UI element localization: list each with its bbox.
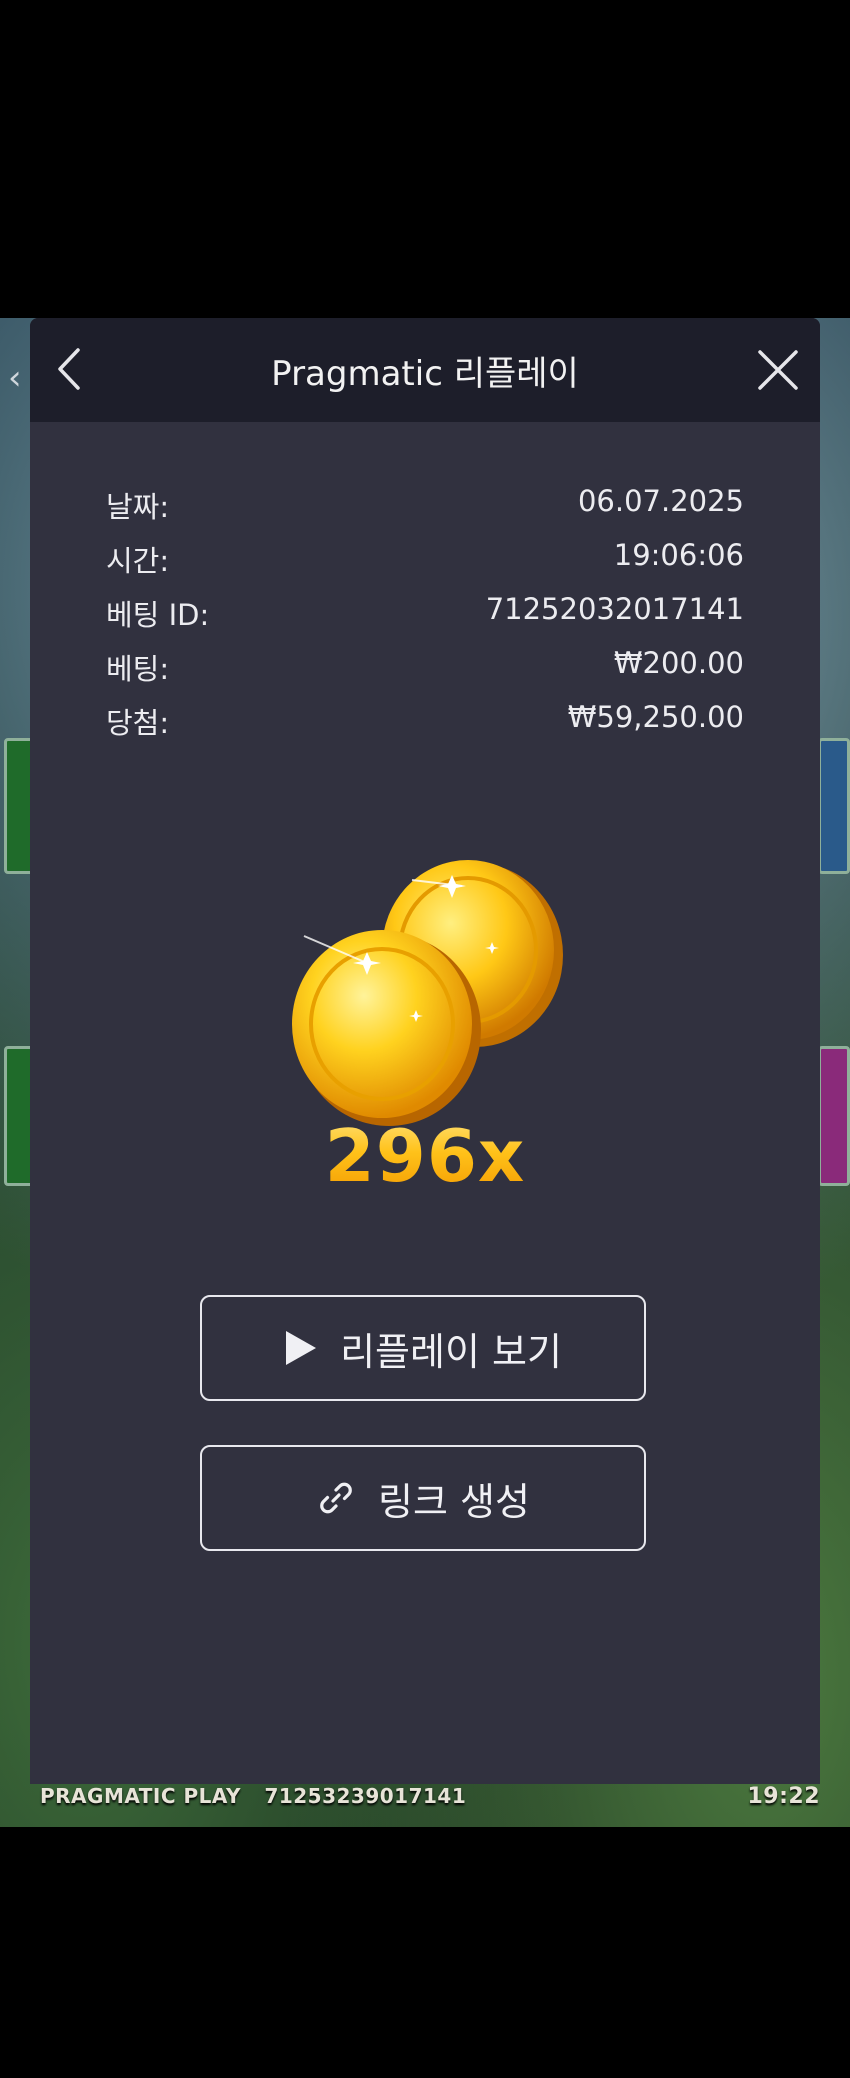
info-value: 06.07.2025 [577, 484, 744, 518]
info-row-bet-id: 베팅 ID: 71252032017141 [106, 592, 744, 646]
info-label: 당첨: [106, 706, 170, 740]
view-replay-label: 리플레이 보기 [340, 1329, 562, 1374]
modal-header: Pragmatic 리플레이 [30, 318, 820, 422]
link-icon [316, 1478, 356, 1518]
info-value: 19:06:06 [613, 538, 744, 572]
background-symbol-tile [818, 1046, 850, 1186]
info-label: 베팅 ID: [106, 598, 210, 632]
info-value: ₩200.00 [613, 646, 744, 680]
info-value: 71252032017141 [485, 592, 744, 626]
info-row-bet: 베팅: ₩200.00 [106, 646, 744, 700]
info-label: 날짜: [106, 490, 170, 524]
create-link-label: 링크 생성 [378, 1479, 530, 1524]
brand-label: PRAGMATIC PLAY [40, 1784, 241, 1808]
close-icon [757, 349, 799, 391]
close-button[interactable] [752, 344, 804, 396]
view-replay-button[interactable]: 리플레이 보기 [200, 1295, 646, 1401]
play-icon [284, 1329, 318, 1367]
info-row-time: 시간: 19:06:06 [106, 538, 744, 592]
round-id: 71253239017141 [264, 1784, 467, 1808]
info-value: ₩59,250.00 [567, 700, 744, 734]
chevron-left-icon [56, 347, 82, 391]
create-link-button[interactable]: 링크 생성 [200, 1445, 646, 1551]
bet-info-list: 날짜: 06.07.2025 시간: 19:06:06 베팅 ID: 71252… [106, 484, 744, 754]
info-row-date: 날짜: 06.07.2025 [106, 484, 744, 538]
info-row-win: 당첨: ₩59,250.00 [106, 700, 744, 754]
background-chevron-left-icon: ‹ [8, 358, 22, 398]
back-button[interactable] [44, 344, 94, 394]
info-label: 시간: [106, 544, 170, 578]
gold-coins-icon [292, 820, 592, 1160]
win-multiplier: 296x [30, 1114, 820, 1198]
info-label: 베팅: [106, 652, 170, 686]
modal-title: Pragmatic 리플레이 [271, 353, 579, 394]
replay-modal: Pragmatic 리플레이 날짜: 06.07.2025 시간: 19:06:… [30, 318, 820, 1784]
background-symbol-tile [818, 738, 850, 874]
game-clock: 19:22 [747, 1783, 820, 1809]
